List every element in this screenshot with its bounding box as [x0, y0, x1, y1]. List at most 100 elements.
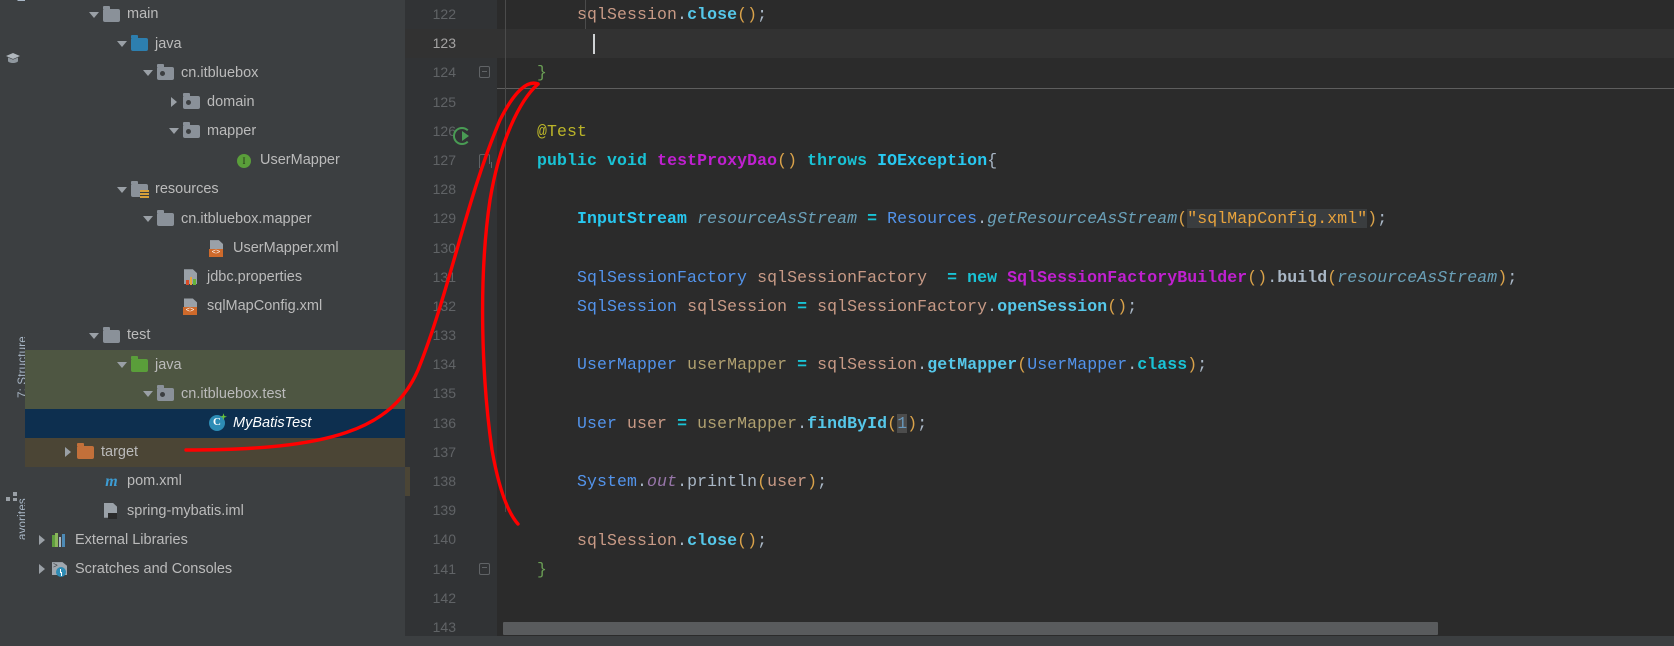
- tree-item-label: UserMapper: [260, 152, 340, 169]
- tree-item-domain[interactable]: domain: [25, 88, 405, 117]
- code-line-129[interactable]: InputStream resourceAsStream = Resources…: [497, 204, 1387, 233]
- tree-item-cn-itbluebox-mapper[interactable]: cn.itbluebox.mapper: [25, 204, 405, 233]
- text-caret: [593, 34, 595, 54]
- line-number: 127: [405, 146, 497, 175]
- tree-item-label: cn.itbluebox.test: [181, 385, 286, 402]
- code-editor[interactable]: 122 123 124 125 126 127 128 129 130 131 132 133 134 1…: [405, 0, 1674, 646]
- code-token: =: [797, 297, 808, 316]
- tree-item-pom-xml[interactable]: m pom.xml: [25, 467, 405, 496]
- code-line-134[interactable]: UserMapper userMapper = sqlSession.getMa…: [497, 350, 1207, 379]
- tree-item-resources[interactable]: resources: [25, 175, 405, 204]
- chevron-right-icon[interactable]: [167, 95, 181, 109]
- code-token: (): [737, 530, 758, 550]
- code-token: .: [677, 5, 688, 24]
- code-token: println: [687, 472, 758, 492]
- code-token: ): [1497, 267, 1508, 287]
- code-line-138[interactable]: System.out.println(user);: [497, 467, 827, 496]
- tree-item-main[interactable]: main: [25, 0, 405, 29]
- line-number: 134: [432, 356, 456, 373]
- tree-item-target[interactable]: target: [25, 437, 405, 467]
- editor-gutter[interactable]: 122 123 124 125 126 127 128 129 130 131 132 133 134 1…: [405, 0, 497, 646]
- code-token: new: [967, 267, 998, 287]
- project-tool-window[interactable]: main java cn.itbluebox domain mapper I UserMap…: [25, 0, 405, 646]
- code-token: .: [977, 209, 988, 229]
- tree-item-label: Scratches and Consoles: [75, 560, 233, 577]
- chevron-down-icon[interactable]: [87, 329, 101, 343]
- chevron-down-icon[interactable]: [115, 183, 129, 197]
- code-token: ): [1367, 209, 1378, 229]
- code-line-136[interactable]: User user = userMapper.findById(1);: [497, 409, 927, 438]
- chevron-down-icon[interactable]: [141, 66, 155, 80]
- chevron-down-icon[interactable]: [167, 124, 181, 138]
- tree-item-label: sqlMapConfig.xml: [207, 298, 323, 315]
- chevron-right-icon[interactable]: [35, 562, 49, 576]
- tree-item-usermapper[interactable]: I UserMapper: [25, 146, 405, 175]
- tool-tab-structure[interactable]: 7: Structure: [0, 336, 29, 502]
- tree-item-sqlmapconfig-xml[interactable]: <> sqlMapConfig.xml: [25, 292, 405, 321]
- tree-item-cn-itbluebox-test[interactable]: cn.itbluebox.test: [25, 379, 405, 409]
- run-test-gutter-icon[interactable]: [453, 126, 471, 145]
- tool-tab-favorites[interactable]: avorites: [0, 498, 29, 618]
- chevron-down-icon[interactable]: [115, 37, 129, 51]
- code-token: sqlSession: [687, 297, 788, 316]
- code-line-126[interactable]: @Test: [497, 117, 587, 146]
- code-line-124[interactable]: }: [497, 58, 547, 87]
- tree-item-mybatistest[interactable]: C MyBatisTest: [25, 408, 405, 438]
- code-token: ;: [1507, 267, 1518, 287]
- code-token: userMapper: [687, 355, 788, 375]
- code-token: (: [887, 413, 898, 433]
- no-chevron-spacer: [87, 475, 101, 489]
- tree-item-java[interactable]: java: [25, 29, 405, 58]
- chevron-down-icon[interactable]: [115, 358, 129, 372]
- code-token: openSession: [997, 297, 1108, 316]
- tree-item-external-libraries[interactable]: External Libraries: [25, 525, 405, 554]
- code-fold-end-icon[interactable]: [479, 562, 490, 576]
- line-number: 123: [405, 29, 497, 59]
- tree-item-mapper[interactable]: mapper: [25, 117, 405, 146]
- tree-item-scratches-and-consoles[interactable]: >_ Scratches and Consoles: [25, 555, 405, 584]
- resources-folder-icon: [131, 180, 149, 199]
- code-token: sqlSessionFactory: [817, 297, 988, 316]
- code-token: userMapper: [697, 413, 798, 433]
- tree-item-jdbc-properties[interactable]: jdbc.properties: [25, 263, 405, 292]
- code-fold-end-icon[interactable]: [479, 66, 490, 79]
- line-number: 133: [432, 327, 456, 344]
- code-token: (): [777, 151, 798, 170]
- code-line-127[interactable]: public void testProxyDao() throws IOExce…: [497, 146, 997, 175]
- chevron-right-icon[interactable]: [61, 445, 75, 459]
- code-token: throws: [807, 151, 868, 170]
- excluded-folder-icon: [77, 443, 94, 460]
- line-number: 132: [432, 297, 456, 314]
- line-number: 128: [432, 181, 456, 198]
- code-fold-start-icon[interactable]: [479, 153, 490, 167]
- tree-item-java[interactable]: java: [25, 350, 405, 380]
- code-token: SqlSession: [577, 297, 678, 316]
- code-line-140[interactable]: sqlSession.close();: [497, 526, 767, 555]
- package-icon: [157, 385, 174, 402]
- tree-item-usermapper-xml[interactable]: <> UserMapper.xml: [25, 234, 405, 263]
- tree-item-cn-itbluebox[interactable]: cn.itbluebox: [25, 58, 405, 87]
- code-token: IOException: [877, 151, 988, 170]
- code-line-122[interactable]: sqlSession.close();: [497, 0, 767, 29]
- code-line-132[interactable]: SqlSession sqlSession = sqlSessionFactor…: [497, 292, 1137, 321]
- code-line-141[interactable]: }: [497, 555, 547, 584]
- chevron-down-icon[interactable]: [141, 212, 155, 226]
- no-chevron-spacer: [167, 299, 181, 313]
- horizontal-scrollbar-thumb[interactable]: [503, 622, 1438, 635]
- code-content[interactable]: sqlSession.close(); } @Test public void …: [497, 0, 1674, 646]
- line-number: 140: [432, 531, 456, 548]
- chevron-down-icon[interactable]: [141, 387, 155, 401]
- tree-item-test[interactable]: test: [25, 321, 405, 350]
- chevron-down-icon[interactable]: [87, 8, 101, 22]
- chevron-right-icon[interactable]: [35, 533, 49, 547]
- code-line-131[interactable]: SqlSessionFactory sqlSessionFactory = ne…: [497, 263, 1517, 292]
- tree-item-spring-mybatis-iml[interactable]: spring-mybatis.iml: [25, 496, 405, 525]
- line-number: 135: [432, 385, 456, 402]
